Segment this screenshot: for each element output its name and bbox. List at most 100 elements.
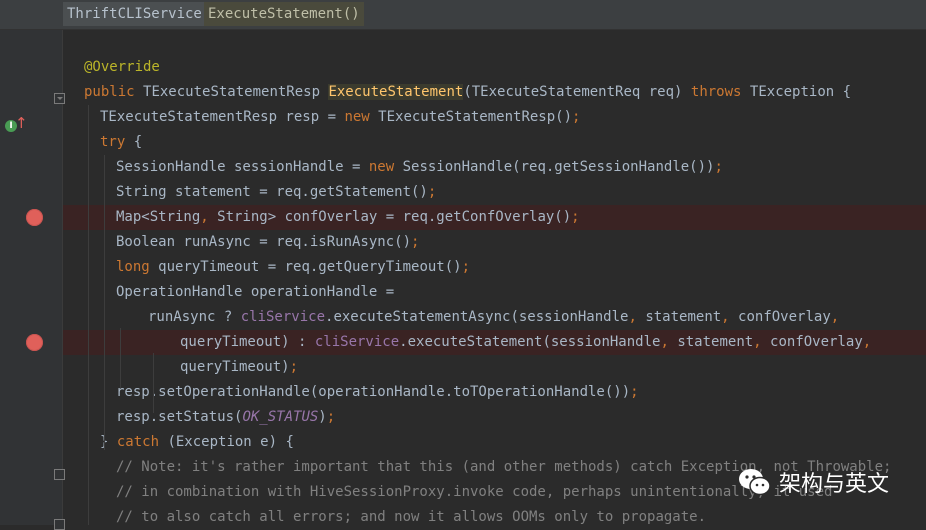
code-token: , bbox=[721, 309, 739, 325]
code-line[interactable]: long queryTimeout = req.getQueryTimeout(… bbox=[63, 255, 926, 280]
code-token: TExecuteStatementResp() bbox=[378, 109, 573, 125]
code-token: , bbox=[753, 334, 771, 350]
code-line[interactable]: } catch (Exception e) { bbox=[63, 430, 926, 455]
code-token: SessionHandle(req.getSessionHandle()) bbox=[402, 159, 715, 175]
code-token: long bbox=[116, 259, 159, 275]
code-text: } catch (Exception e) { bbox=[100, 430, 294, 455]
code-line[interactable]: queryTimeout) : cliService.executeStatem… bbox=[63, 330, 926, 355]
code-token: .executeStatementAsync(sessionHandle bbox=[325, 309, 629, 325]
code-token: } bbox=[100, 434, 117, 450]
code-token: Map<String bbox=[116, 209, 201, 225]
code-token: TExecuteStatementResp bbox=[143, 84, 329, 100]
code-text: queryTimeout); bbox=[180, 355, 298, 380]
code-text: SessionHandle sessionHandle = new Sessio… bbox=[116, 155, 723, 180]
code-token: , bbox=[862, 334, 872, 350]
code-text: public TExecuteStatementResp ExecuteStat… bbox=[84, 80, 851, 105]
code-text: TExecuteStatementResp resp = new TExecut… bbox=[100, 105, 580, 130]
code-text: long queryTimeout = req.getQueryTimeout(… bbox=[116, 255, 470, 280]
code-token: ; bbox=[714, 159, 723, 175]
code-token: ; bbox=[461, 259, 471, 275]
code-token: confOverlay bbox=[770, 334, 863, 350]
editor-gutter[interactable]: I ↑ bbox=[0, 30, 65, 530]
code-token: queryTimeout = req.getQueryTimeout() bbox=[158, 259, 462, 275]
wechat-icon bbox=[737, 467, 773, 497]
code-line[interactable]: resp.setStatus(OK_STATUS); bbox=[63, 405, 926, 430]
code-token: ; bbox=[427, 184, 437, 200]
code-token: ; bbox=[571, 209, 580, 225]
code-text: String statement = req.getStatement(); bbox=[116, 180, 436, 205]
code-line[interactable]: TExecuteStatementResp resp = new TExecut… bbox=[63, 105, 926, 130]
indent-guide bbox=[153, 353, 154, 413]
code-text: // in combination with HiveSessionProxy.… bbox=[116, 480, 832, 505]
code-line[interactable]: String statement = req.getStatement(); bbox=[63, 180, 926, 205]
code-text: resp.setStatus(OK_STATUS); bbox=[116, 405, 335, 430]
code-token: (TExecuteStatementReq req) bbox=[463, 84, 691, 100]
code-line[interactable]: // to also catch all errors; and now it … bbox=[63, 505, 926, 530]
code-text: queryTimeout) : cliService.executeStatem… bbox=[180, 330, 871, 355]
code-token: throws bbox=[690, 84, 750, 100]
code-text: Boolean runAsync = req.isRunAsync(); bbox=[116, 230, 419, 255]
code-line[interactable] bbox=[63, 30, 926, 55]
code-line[interactable]: @Override bbox=[63, 55, 926, 80]
code-line[interactable]: Boolean runAsync = req.isRunAsync(); bbox=[63, 230, 926, 255]
code-token: resp.setOperationHandle(operationHandle.… bbox=[116, 384, 631, 400]
watermark: 架构与英文 bbox=[737, 462, 889, 502]
code-token: @Override bbox=[84, 59, 160, 75]
code-text: try { bbox=[100, 130, 142, 155]
code-line[interactable]: queryTimeout); bbox=[63, 355, 926, 380]
code-token: ; bbox=[630, 384, 639, 400]
code-line[interactable]: OperationHandle operationHandle = bbox=[63, 280, 926, 305]
code-editor[interactable]: @Override public TExecuteStatementResp Ex… bbox=[63, 30, 926, 525]
breakpoint-icon[interactable] bbox=[26, 334, 43, 351]
code-token: TExecuteStatementResp resp = bbox=[100, 109, 345, 125]
code-token: catch bbox=[116, 434, 168, 450]
code-token: runAsync ? bbox=[148, 309, 241, 325]
code-token: ; bbox=[572, 109, 581, 125]
code-token: new bbox=[344, 109, 379, 125]
code-token: statement bbox=[645, 309, 722, 325]
code-token: // in combination with HiveSessionProxy.… bbox=[116, 484, 833, 500]
breadcrumb-bar: ThriftCLIService ExecuteStatement() bbox=[0, 0, 926, 30]
code-token: resp.setStatus( bbox=[116, 409, 243, 425]
code-token: public bbox=[84, 84, 144, 100]
code-line[interactable]: Map<String, String> confOverlay = req.ge… bbox=[63, 205, 926, 230]
code-line[interactable]: public TExecuteStatementResp ExecuteStat… bbox=[63, 80, 926, 105]
code-token: OperationHandle operationHandle = bbox=[116, 284, 395, 300]
indent-guide bbox=[88, 105, 89, 525]
override-arrow-icon[interactable]: ↑ bbox=[15, 116, 28, 131]
code-line[interactable]: runAsync ? cliService.executeStatementAs… bbox=[63, 305, 926, 330]
code-text: // to also catch all errors; and now it … bbox=[116, 505, 706, 530]
code-token: cliService bbox=[240, 309, 326, 325]
code-token: , bbox=[830, 309, 840, 325]
breadcrumb-class[interactable]: ThriftCLIService bbox=[63, 2, 206, 26]
code-line[interactable]: try { bbox=[63, 130, 926, 155]
code-token: ) bbox=[318, 409, 327, 425]
indent-guide bbox=[104, 155, 105, 450]
code-token: confOverlay bbox=[738, 309, 831, 325]
code-token: ExecuteStatement bbox=[328, 84, 464, 100]
indent-guide bbox=[120, 328, 121, 388]
code-line[interactable]: resp.setOperationHandle(operationHandle.… bbox=[63, 380, 926, 405]
code-text: Map<String, String> confOverlay = req.ge… bbox=[116, 205, 580, 230]
breadcrumb-method[interactable]: ExecuteStatement() bbox=[204, 2, 364, 26]
code-token: // to also catch all errors; and now it … bbox=[116, 509, 707, 525]
code-text: resp.setOperationHandle(operationHandle.… bbox=[116, 380, 639, 405]
code-token: Boolean runAsync = req.isRunAsync() bbox=[116, 234, 412, 250]
code-token: new bbox=[368, 159, 403, 175]
watermark-text: 架构与英文 bbox=[779, 472, 890, 497]
code-text: runAsync ? cliService.executeStatementAs… bbox=[148, 305, 839, 330]
code-token: ; bbox=[289, 359, 299, 375]
breakpoint-icon[interactable] bbox=[26, 209, 43, 226]
code-token: queryTimeout) : bbox=[180, 334, 315, 350]
code-token: queryTimeout) bbox=[180, 359, 290, 375]
code-token: cliService bbox=[314, 334, 400, 350]
code-token: OK_STATUS bbox=[242, 409, 319, 425]
code-token: TException { bbox=[749, 84, 852, 100]
code-token: ; bbox=[411, 234, 420, 250]
code-token: ; bbox=[326, 409, 336, 425]
code-token: String statement = req.getStatement() bbox=[116, 184, 428, 200]
code-line[interactable]: SessionHandle sessionHandle = new Sessio… bbox=[63, 155, 926, 180]
code-text: OperationHandle operationHandle = bbox=[116, 280, 394, 305]
code-token: SessionHandle sessionHandle = bbox=[116, 159, 369, 175]
code-token: (Exception e) { bbox=[167, 434, 294, 450]
